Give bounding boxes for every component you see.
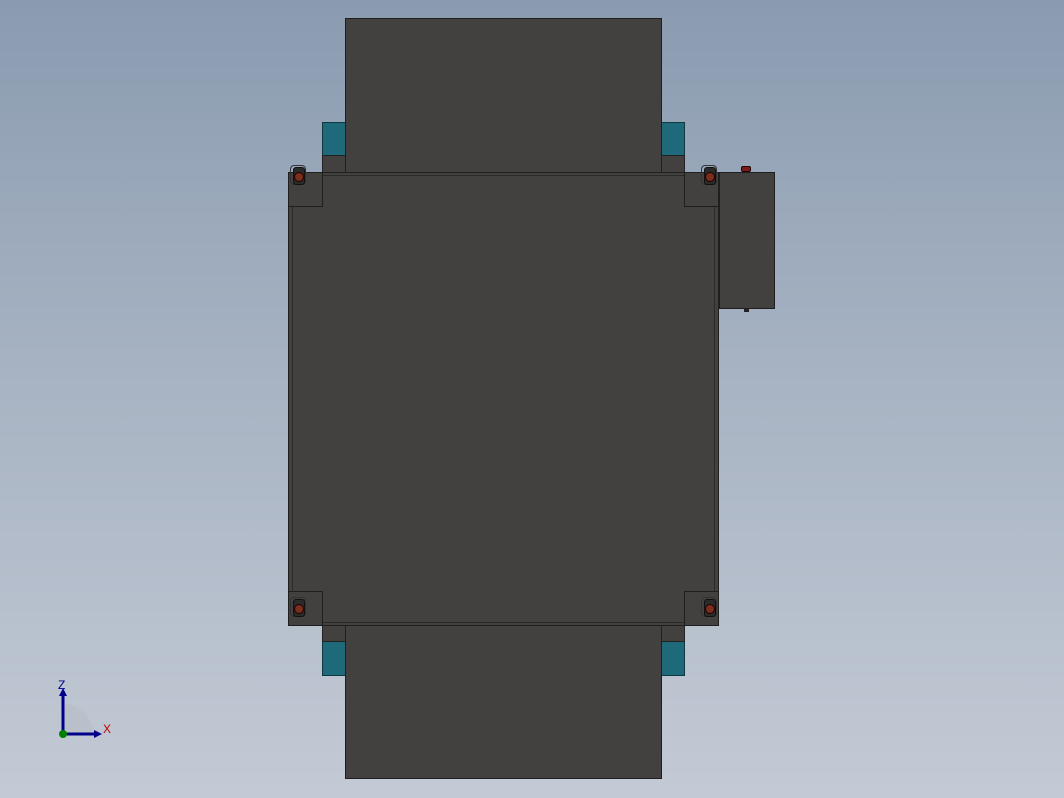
bottom-extension bbox=[345, 623, 662, 779]
caster-top-right bbox=[701, 165, 717, 185]
notch-bottom-right bbox=[661, 625, 685, 642]
caster-top-left bbox=[290, 165, 306, 185]
control-box bbox=[719, 172, 775, 309]
caster-bottom-right bbox=[701, 597, 717, 617]
bracket-bottom-right bbox=[661, 640, 685, 676]
x-axis-arrow bbox=[94, 730, 102, 738]
cad-viewport[interactable]: Z X bbox=[0, 0, 1064, 798]
notch-bottom-left bbox=[322, 625, 346, 642]
caster-bottom-left bbox=[290, 597, 306, 617]
notch-top-right bbox=[661, 155, 685, 173]
bracket-top-left bbox=[322, 122, 346, 158]
triad-plane bbox=[63, 704, 93, 734]
notch-top-left bbox=[322, 155, 346, 173]
bracket-bottom-left bbox=[322, 640, 346, 676]
bracket-top-right bbox=[661, 122, 685, 158]
x-axis-label: X bbox=[103, 722, 112, 736]
top-extension bbox=[345, 18, 662, 174]
z-axis-label: Z bbox=[58, 678, 66, 692]
y-axis-dot bbox=[59, 730, 67, 738]
control-box-foot bbox=[744, 308, 749, 312]
axis-triad: Z X bbox=[50, 676, 120, 746]
main-body-inner-edge bbox=[292, 175, 715, 623]
control-box-knob bbox=[741, 166, 751, 172]
main-body bbox=[288, 172, 719, 626]
